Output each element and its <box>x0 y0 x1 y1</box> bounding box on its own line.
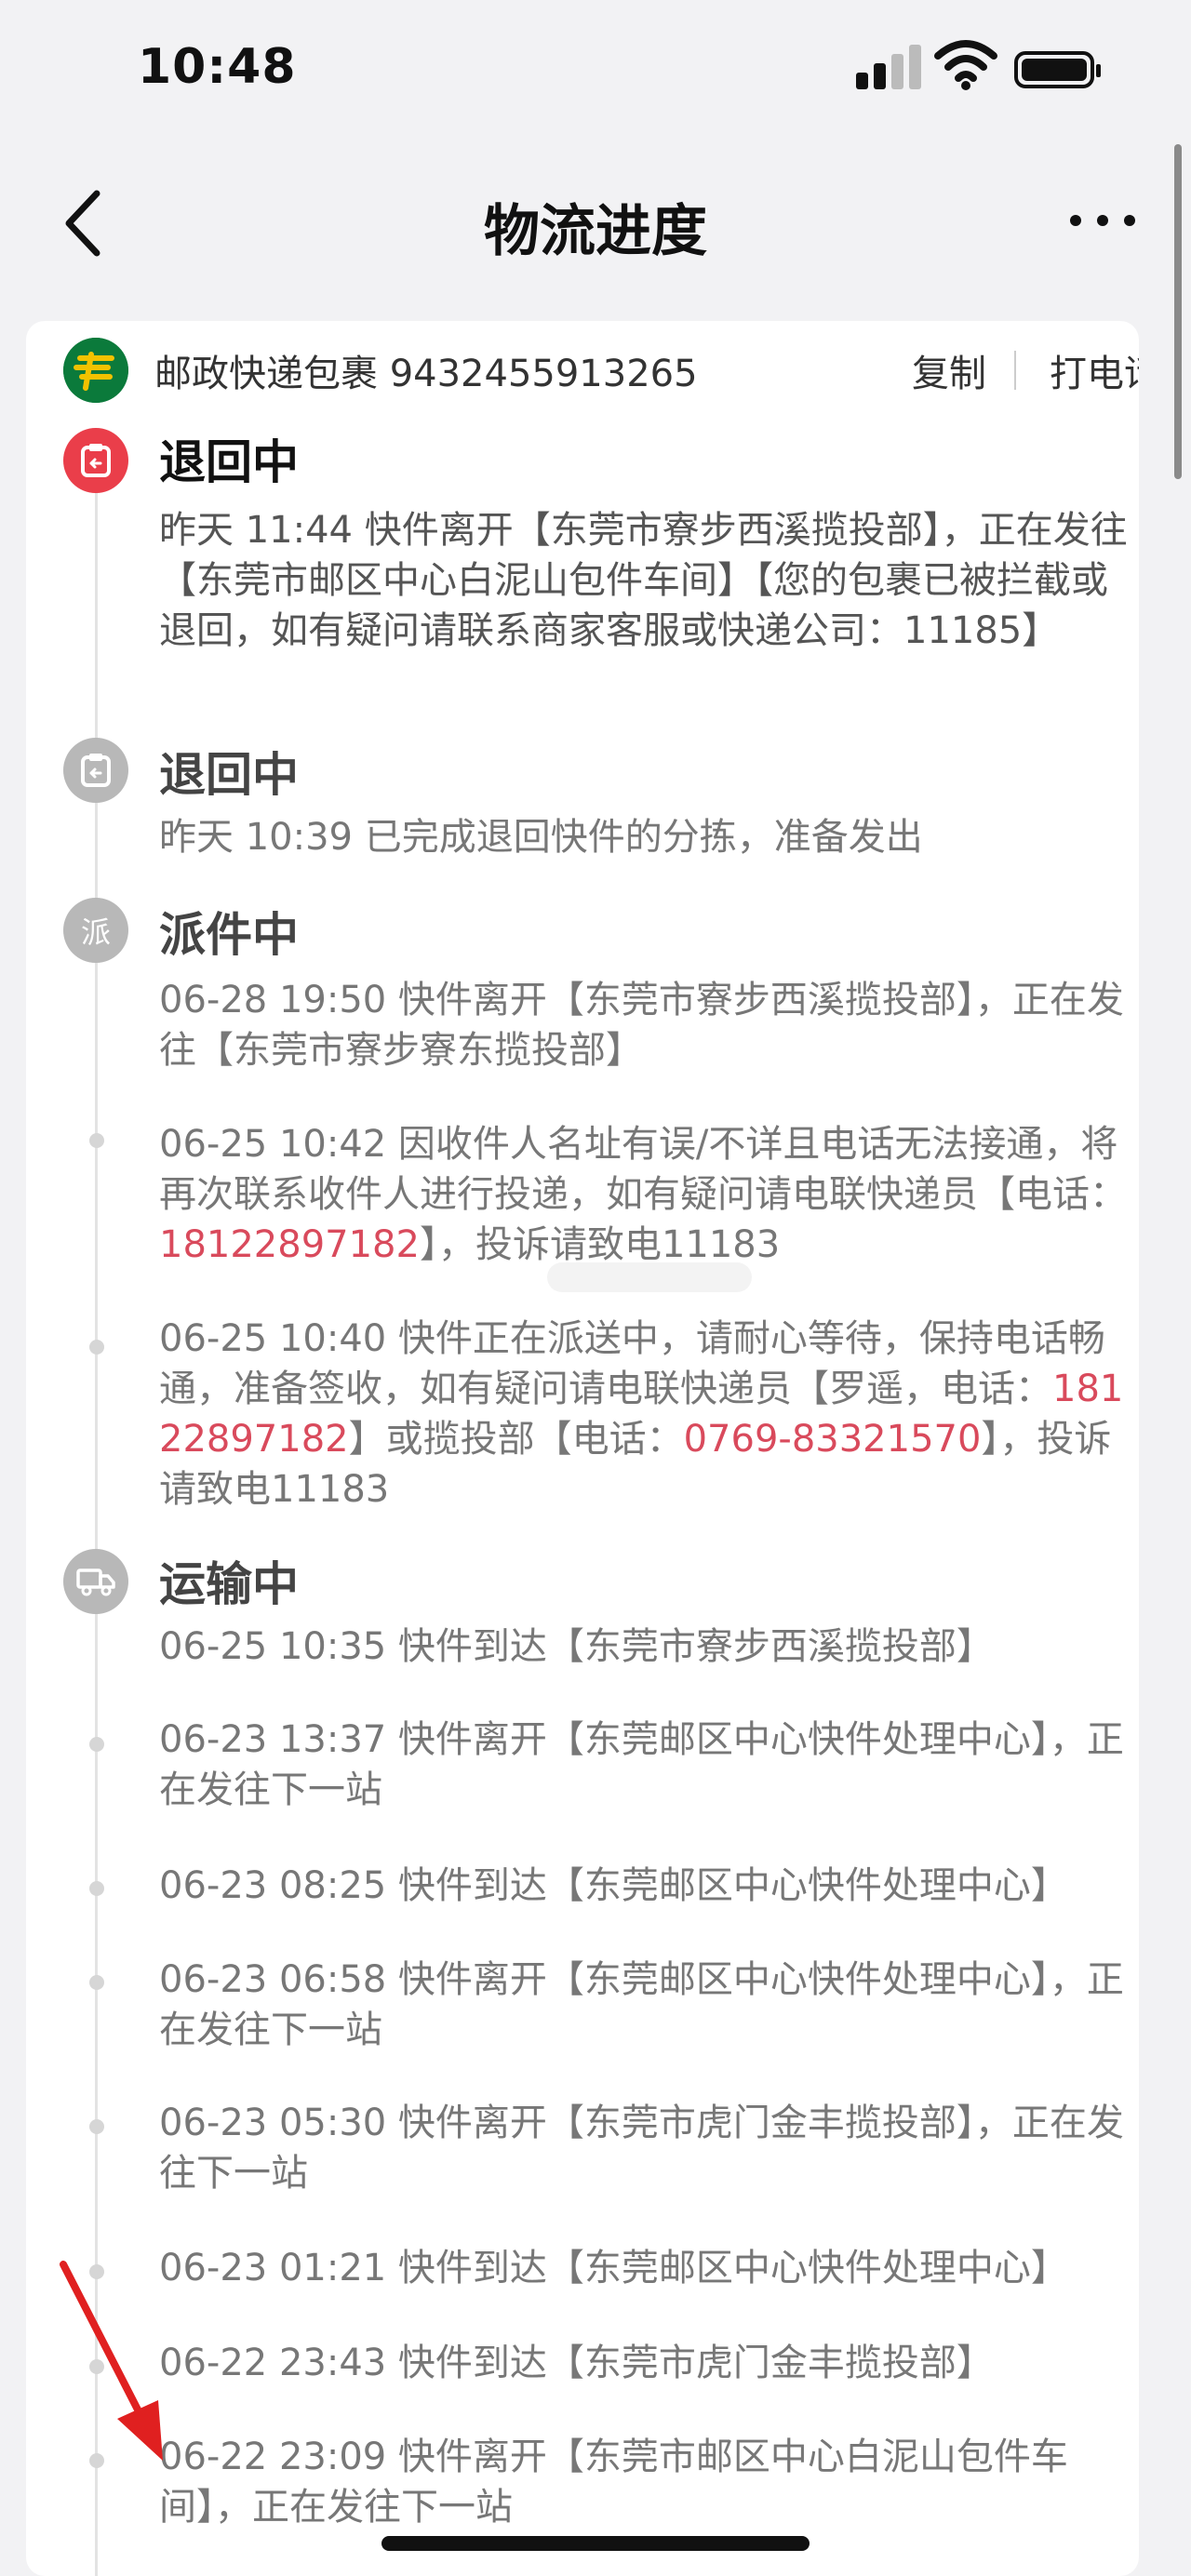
delivery-icon: 派 <box>63 898 128 963</box>
status-title-returning: 退回中 <box>159 435 299 489</box>
china-post-logo-icon <box>63 338 128 403</box>
status-bar: 10:48 <box>0 0 1191 140</box>
page-title: 物流进度 <box>484 199 707 264</box>
call-button[interactable]: 打电话 <box>1050 343 1139 397</box>
timeline-dot <box>89 1975 104 1990</box>
event-text: 】或揽投部【电话： <box>348 1418 684 1461</box>
event-text: 】，投诉请致电11183 <box>419 1223 781 1266</box>
divider <box>1014 351 1016 390</box>
timeline-event: 06-23 01:21 快件到达【东莞邮区中心快件处理中心】 <box>159 2247 1068 2289</box>
status-title-delivering: 派件中 <box>159 908 299 962</box>
timeline-event: 06-23 08:25 快件到达【东莞邮区中心快件处理中心】 <box>159 1864 1068 1907</box>
delivery-icon-label: 派 <box>80 914 111 950</box>
nav-bar: 物流进度 <box>0 149 1191 288</box>
timeline-event: 06-25 10:40 快件正在派送中，请耐心等待，保持电话畅通，准备签收，如有… <box>159 1314 1139 1515</box>
scrollbar[interactable] <box>1174 144 1182 479</box>
timeline-event: 06-25 10:42 因收件人名址有误/不详且电话无法接通，将再次联系收件人进… <box>159 1119 1139 1270</box>
more-icon[interactable] <box>1070 200 1135 237</box>
logistics-card: 邮政快递包裹 9432455913265 复制 打电话 退回中 昨天 11:44… <box>26 321 1139 2576</box>
battery-icon <box>1014 51 1101 88</box>
home-indicator[interactable] <box>381 2536 810 2551</box>
timeline-event: 06-22 23:09 快件离开【东莞市邮区中心白泥山包件车间】，正在发往下一站 <box>159 2436 1068 2529</box>
timeline-event: 06-25 10:35 快件到达【东莞市寮步西溪揽投部】 <box>159 1625 994 1668</box>
status-title-returning: 退回中 <box>159 748 299 802</box>
return-package-icon <box>63 738 128 803</box>
timeline-event: 昨天 11:44 快件离开【东莞市寮步西溪揽投部】，正在发往【东莞市邮区中心白泥… <box>159 509 1128 652</box>
red-annotation-arrow-icon <box>60 2261 163 2461</box>
timeline-dot <box>89 1737 104 1752</box>
watermark <box>547 1262 752 1292</box>
carrier-tracking-number: 邮政快递包裹 9432455913265 <box>154 353 698 395</box>
timeline-event: 06-23 06:58 快件离开【东莞邮区中心快件处理中心】，正在发往下一站 <box>159 1958 1124 2051</box>
event-text: 06-25 10:40 快件正在派送中，请耐心等待，保持电话畅通，准备签收，如有… <box>159 1317 1105 1410</box>
timeline-event: 06-23 05:30 快件离开【东莞市虎门金丰揽投部】，正在发往下一站 <box>159 2102 1124 2195</box>
signal-icon <box>856 45 921 89</box>
timeline-event: 昨天 10:39 已完成退回快件的分拣，准备发出 <box>159 816 923 859</box>
timeline-dot <box>89 1881 104 1896</box>
courier-phone-link[interactable]: 18122897182 <box>159 1223 420 1266</box>
status-title-in-transit: 运输中 <box>159 1557 299 1611</box>
truck-icon <box>63 1549 128 1614</box>
copy-button[interactable]: 复制 <box>912 343 986 397</box>
timeline-event: 06-23 13:37 快件离开【东莞邮区中心快件处理中心】，正在发往下一站 <box>159 1718 1124 1811</box>
wifi-icon <box>934 40 997 90</box>
timeline-dot <box>89 1340 104 1355</box>
return-package-icon <box>63 428 128 493</box>
timeline-event: 06-22 23:43 快件到达【东莞市虎门金丰揽投部】 <box>159 2342 994 2384</box>
timeline-dot <box>89 1133 104 1148</box>
timeline-dot <box>89 2119 104 2134</box>
station-phone-link[interactable]: 0769-83321570 <box>684 1418 982 1461</box>
timeline-event: 06-28 19:50 快件离开【东莞市寮步西溪揽投部】，正在发往【东莞市寮步寮… <box>159 979 1124 1072</box>
event-text: 06-25 10:42 因收件人名址有误/不详且电话无法接通，将再次联系收件人进… <box>159 1123 1127 1216</box>
status-time: 10:48 <box>138 39 297 95</box>
carrier-header: 邮政快递包裹 9432455913265 复制 打电话 <box>63 330 1139 410</box>
